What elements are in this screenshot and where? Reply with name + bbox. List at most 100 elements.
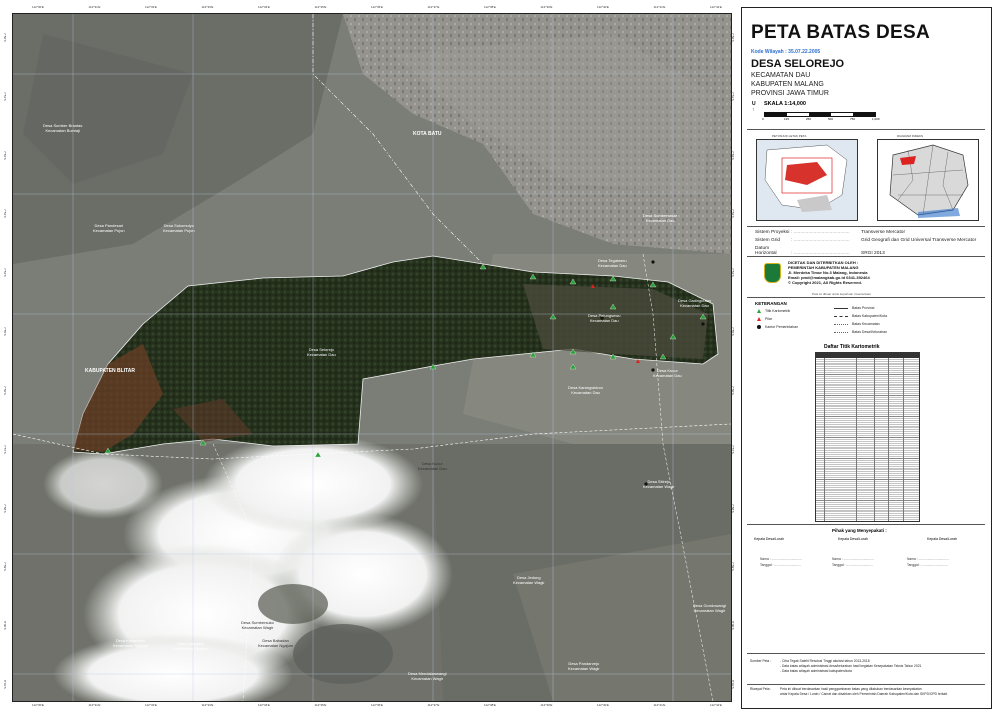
tick-label: 112°37'E	[427, 703, 440, 707]
kode-wilayah: Kode Wilayah : 35.07.22.2005	[751, 49, 821, 55]
map-sheet: 112°30'E 112°31'E 112°32'E 112°33'E 112°34'E…	[0, 0, 1000, 714]
tick-label: 112°30'E	[32, 5, 44, 9]
red-triangle-icon	[757, 317, 761, 321]
scale-tick-label: 125	[784, 117, 790, 121]
index-inset-map[interactable]	[877, 139, 979, 221]
riwayat-peta: Riwayat Peta : Peta ini dibuat berdasark…	[750, 687, 948, 696]
dotted-line-icon	[834, 323, 848, 325]
label-desa: Desa Mendalanwangi Kecamatan Wagir	[408, 671, 447, 681]
divider	[747, 653, 985, 654]
legend-item-titik-kartometrik: Titik Kartometrik	[757, 309, 790, 313]
legend-item-batas-desa: Batas Desa/Kelurahan	[834, 330, 887, 334]
tick-label: 7°54'S	[3, 268, 7, 278]
publisher-line: © Copyright 2021, All Rights Reserved.	[788, 280, 862, 285]
kabupaten-malang-logo-icon	[764, 263, 781, 283]
inset-title: PETUNJUK LETAK PETA	[772, 134, 807, 138]
sumber-peta: Sumber Peta : - Citra Tegak Satelit Reso…	[750, 659, 922, 673]
black-dot-icon	[757, 325, 761, 329]
left-ticks: 7°50'S 7°51'S 7°52'S 7°53'S 7°54'S 7°55'S 7°56…	[2, 13, 12, 700]
satellite-imagery	[13, 14, 731, 701]
tick-label: 8°01'S	[3, 680, 7, 689]
label-desa: Desa Banjarejo Kecamatan Ngajum	[173, 641, 209, 651]
tick-label: 112°40'E	[597, 5, 609, 9]
divider	[747, 684, 985, 685]
legend-item-batas-provinsi: Batas Provinsi	[834, 306, 874, 310]
label-desa: Desa Karangwidoro Kecamatan Dau	[568, 385, 604, 395]
divider	[747, 226, 985, 227]
label-desa: Desa Sitirejo Kecamatan Wagir	[643, 479, 675, 489]
label-desa: Desa Sukomulyo Kecamatan Pujon	[163, 223, 195, 233]
tick-label: 7°53'S	[3, 209, 7, 219]
tick-label: 112°41'E	[653, 703, 666, 707]
tick-label: 8°00'S	[3, 621, 7, 630]
label-desa-selorejo: Desa Selorejo Kecamatan Dau	[307, 347, 336, 357]
tick-label: 7°50'S	[3, 33, 7, 42]
meta-row: Sistem Proyeksi: .......................…	[755, 230, 906, 235]
bottom-ticks: 112°30'E 112°31'E 112°32'E 112°33'E 112°34'E…	[12, 701, 730, 711]
pihak-title: Pihak yang Menyepakati :	[832, 528, 887, 533]
scale-label: SKALA 1:14,000	[764, 101, 806, 107]
tick-label: 112°39'E	[540, 703, 553, 707]
divider	[747, 256, 985, 257]
label-desa: Desa Sumbersekar Kecamatan Dau	[643, 213, 678, 223]
tick-label: 112°42'E	[710, 5, 722, 9]
coordinate-table[interactable]	[815, 352, 920, 522]
scale-tick-label: 500	[828, 117, 834, 121]
legend-item-batas-kecamatan: Batas Kecamatan	[834, 322, 880, 326]
divider	[747, 129, 985, 130]
divider	[747, 297, 985, 298]
label-desa: Desa Sumber Brantas Kecamatan Bumiaji	[43, 123, 83, 133]
dotted-line-icon	[834, 331, 848, 333]
tick-label: 112°31'E	[88, 5, 101, 9]
tick-label: 7°58'S	[3, 503, 7, 513]
tick-label: 112°34'E	[258, 5, 270, 9]
signature-block: Nama : .................................…	[832, 557, 874, 567]
scale-tick-label: 0	[762, 117, 764, 121]
tick-label: 112°32'E	[145, 703, 157, 707]
legend-item-kantor: Kantor Pemerintahan	[757, 325, 798, 329]
tick-label: 112°32'E	[145, 5, 157, 9]
map-note: Peta ini dibuat untuk keperluan inventar…	[812, 292, 871, 296]
label-desa: Desa Gondowangi Kecamatan Wagir	[693, 603, 726, 613]
tick-label: 112°38'E	[484, 703, 496, 707]
scale-tick-label: 250	[806, 117, 812, 121]
kabupaten: KABUPATEN MALANG	[751, 81, 824, 88]
meta-row: Sistem Grid: ...........................…	[755, 238, 977, 243]
label-desa: Desa Tegalweru Kecamatan Dau	[598, 258, 627, 268]
legend-title: KETERANGAN	[755, 301, 787, 306]
tick-label: 112°33'E	[201, 5, 214, 9]
meta-row: Datum Horizontal: ......................…	[755, 246, 885, 256]
label-desa: Desa Kesamben Kecamatan Ngajum	[113, 638, 149, 648]
label-desa: Desa Kucur Kecamatan Dau	[653, 368, 682, 378]
tick-label: 7°56'S	[3, 385, 7, 395]
kepala-desa-label: Kepala Desa/Lurah	[754, 537, 784, 541]
location-inset-map[interactable]	[756, 139, 858, 221]
tick-label: 112°36'E	[371, 703, 383, 707]
tick-label: 112°33'E	[201, 703, 214, 707]
label-desa: Desa Pandanrejo Kecamatan Wagir	[568, 661, 600, 671]
tick-label: 112°35'E	[314, 5, 327, 9]
provinsi: PROVINSI JAWA TIMUR	[751, 90, 829, 97]
label-desa: Desa Kucur Kecamatan Dau	[418, 461, 447, 471]
divider	[747, 524, 985, 525]
legend-panel: PETA BATAS DESA Kode Wilayah : 35.07.22.…	[741, 7, 992, 709]
tick-label: 112°37'E	[427, 5, 440, 9]
publisher-info: DICETAK DAN DITERBITKAN OLEH : PEMERINTAH…	[788, 260, 870, 285]
label-desa: Desa Jedong Kecamatan Wagir	[513, 575, 545, 585]
tick-label: 112°36'E	[371, 5, 383, 9]
dashed-line-icon	[834, 315, 848, 317]
top-ticks: 112°30'E 112°31'E 112°32'E 112°33'E 112°34'E…	[12, 3, 730, 13]
north-arrow-icon: U ↑	[752, 101, 756, 113]
tick-label: 112°34'E	[258, 703, 270, 707]
label-desa: Desa Petungsewu Kecamatan Dau	[588, 313, 621, 323]
legend-item-batas-kabupaten: Batas Kabupaten/Kota	[834, 314, 887, 318]
label-desa: Desa Sumbersuko Kecamatan Wagir	[241, 620, 274, 630]
map-title: PETA BATAS DESA	[751, 22, 931, 43]
map-frame[interactable]: KOTA BATU KABUPATEN BLITAR Desa Selorejo…	[12, 13, 732, 702]
tick-label: 112°42'E	[710, 703, 722, 707]
green-triangle-icon	[757, 309, 761, 313]
label-desa: Desa Pandesari Kecamatan Pujon	[93, 223, 125, 233]
tick-label: 7°59'S	[3, 562, 7, 572]
label-kota-batu: KOTA BATU	[413, 131, 442, 137]
tick-label: 112°31'E	[88, 703, 101, 707]
